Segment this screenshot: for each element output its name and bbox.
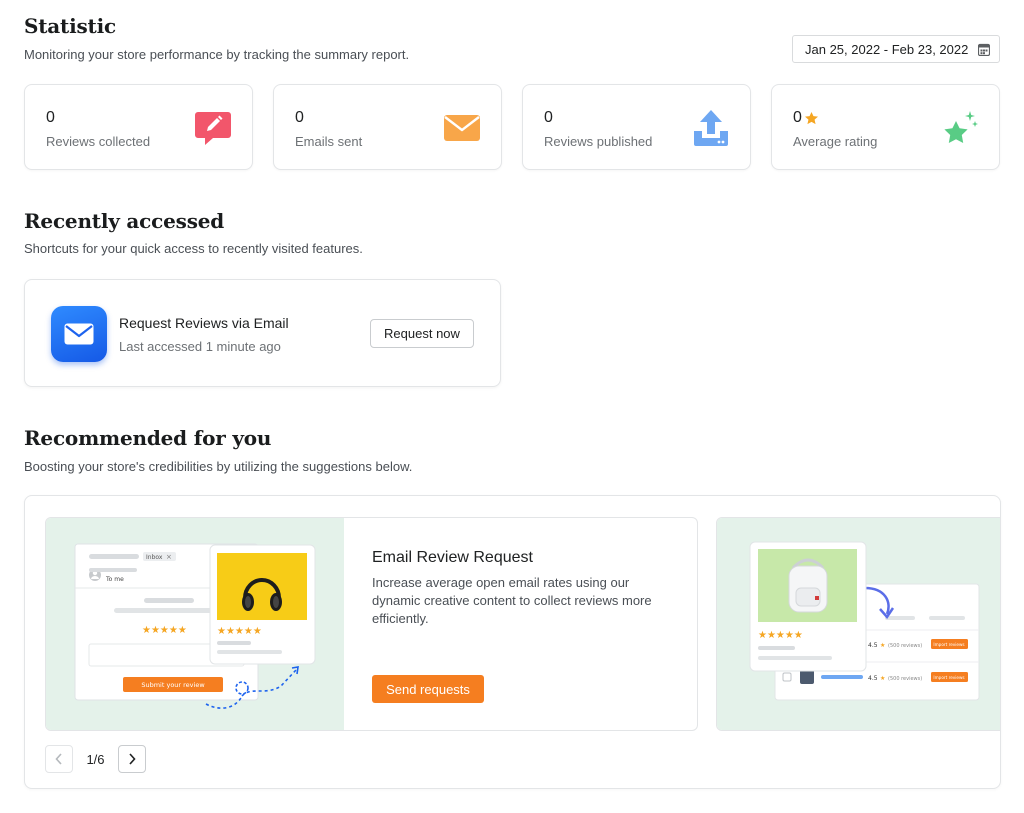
recommendation-carousel: Inbox × To me ★★★★★ Submit your review ★… bbox=[24, 495, 1001, 789]
recent-subtitle: Shortcuts for your quick access to recen… bbox=[24, 241, 363, 256]
prev-slide-button[interactable] bbox=[45, 745, 73, 773]
slide-description: Increase average open email rates using … bbox=[372, 575, 652, 626]
envelope-icon bbox=[444, 115, 480, 141]
svg-text:★: ★ bbox=[880, 642, 885, 649]
stat-card-reviews-published: 0 Reviews published bbox=[522, 84, 751, 170]
stat-card-average-rating: 0 Average rating bbox=[771, 84, 1000, 170]
envelope-icon bbox=[64, 323, 94, 345]
stat-value: 0 bbox=[793, 109, 802, 126]
send-requests-button[interactable]: Send requests bbox=[372, 675, 484, 703]
svg-text:★★★★★: ★★★★★ bbox=[217, 626, 262, 637]
recent-item-name: Request Reviews via Email bbox=[119, 315, 289, 331]
recent-item-timestamp: Last accessed 1 minute ago bbox=[119, 339, 281, 354]
recommended-subtitle: Boosting your store's credibilities by u… bbox=[24, 459, 413, 474]
date-range-picker[interactable]: Jan 25, 2022 - Feb 23, 2022 bbox=[792, 35, 1000, 63]
recommendation-slide: Inbox × To me ★★★★★ Submit your review ★… bbox=[45, 517, 698, 731]
submit-review-label: Submit your review bbox=[141, 681, 205, 689]
carousel-pager: 1/6 bbox=[45, 745, 146, 773]
chevron-left-icon bbox=[55, 753, 62, 765]
email-app-icon bbox=[51, 306, 107, 362]
stat-label: Reviews collected bbox=[46, 134, 151, 149]
request-now-button[interactable]: Request now bbox=[370, 319, 474, 348]
import-reviews-illustration: 4.5 ★ (500 reviews) Import reviews 4.5 ★… bbox=[717, 518, 1000, 730]
svg-text:★★★★★: ★★★★★ bbox=[758, 630, 803, 641]
pager-indicator: 1/6 bbox=[86, 751, 105, 767]
row-import-label: Import reviews bbox=[933, 675, 964, 680]
row-import-label: Import reviews bbox=[933, 642, 964, 647]
recent-item-card: Request Reviews via Email Last accessed … bbox=[24, 279, 501, 387]
stat-label: Reviews published bbox=[544, 134, 653, 149]
stat-label: Average rating bbox=[793, 134, 878, 149]
row-rating: 4.5 bbox=[868, 675, 878, 682]
row-review-count: (500 reviews) bbox=[888, 676, 922, 682]
recent-title: Recently accessed bbox=[24, 209, 225, 233]
stat-card-emails-sent: 0 Emails sent bbox=[273, 84, 502, 170]
recipient-text: To me bbox=[105, 576, 124, 583]
stat-value: 0 bbox=[46, 109, 55, 126]
star-sparkle-icon bbox=[944, 111, 978, 143]
inbox-tag: Inbox bbox=[146, 554, 163, 561]
recommendation-slide-next: 4.5 ★ (500 reviews) Import reviews 4.5 ★… bbox=[716, 517, 1000, 731]
edit-bubble-icon bbox=[195, 112, 231, 145]
stat-card-reviews-collected: 0 Reviews collected bbox=[24, 84, 253, 170]
star-icon bbox=[804, 111, 818, 124]
stat-value: 0 bbox=[295, 109, 304, 126]
svg-text:×: × bbox=[166, 553, 172, 561]
stat-value-row: 0 bbox=[793, 109, 819, 127]
slide-title: Email Review Request bbox=[372, 549, 533, 566]
upload-icon bbox=[694, 110, 728, 146]
chevron-right-icon bbox=[129, 753, 136, 765]
svg-text:★: ★ bbox=[880, 675, 885, 682]
row-rating: 4.5 bbox=[868, 642, 878, 649]
email-review-illustration: Inbox × To me ★★★★★ Submit your review ★… bbox=[46, 518, 344, 730]
next-slide-button[interactable] bbox=[118, 745, 146, 773]
stat-value: 0 bbox=[544, 109, 553, 126]
date-range-text: Jan 25, 2022 - Feb 23, 2022 bbox=[805, 41, 969, 57]
stat-label: Emails sent bbox=[295, 134, 363, 149]
statistic-title: Statistic bbox=[24, 14, 116, 38]
statistic-subtitle: Monitoring your store performance by tra… bbox=[24, 47, 410, 62]
row-review-count: (500 reviews) bbox=[888, 643, 922, 649]
recommended-title: Recommended for you bbox=[24, 426, 272, 450]
calendar-icon bbox=[978, 43, 990, 56]
svg-text:★★★★★: ★★★★★ bbox=[142, 625, 187, 636]
